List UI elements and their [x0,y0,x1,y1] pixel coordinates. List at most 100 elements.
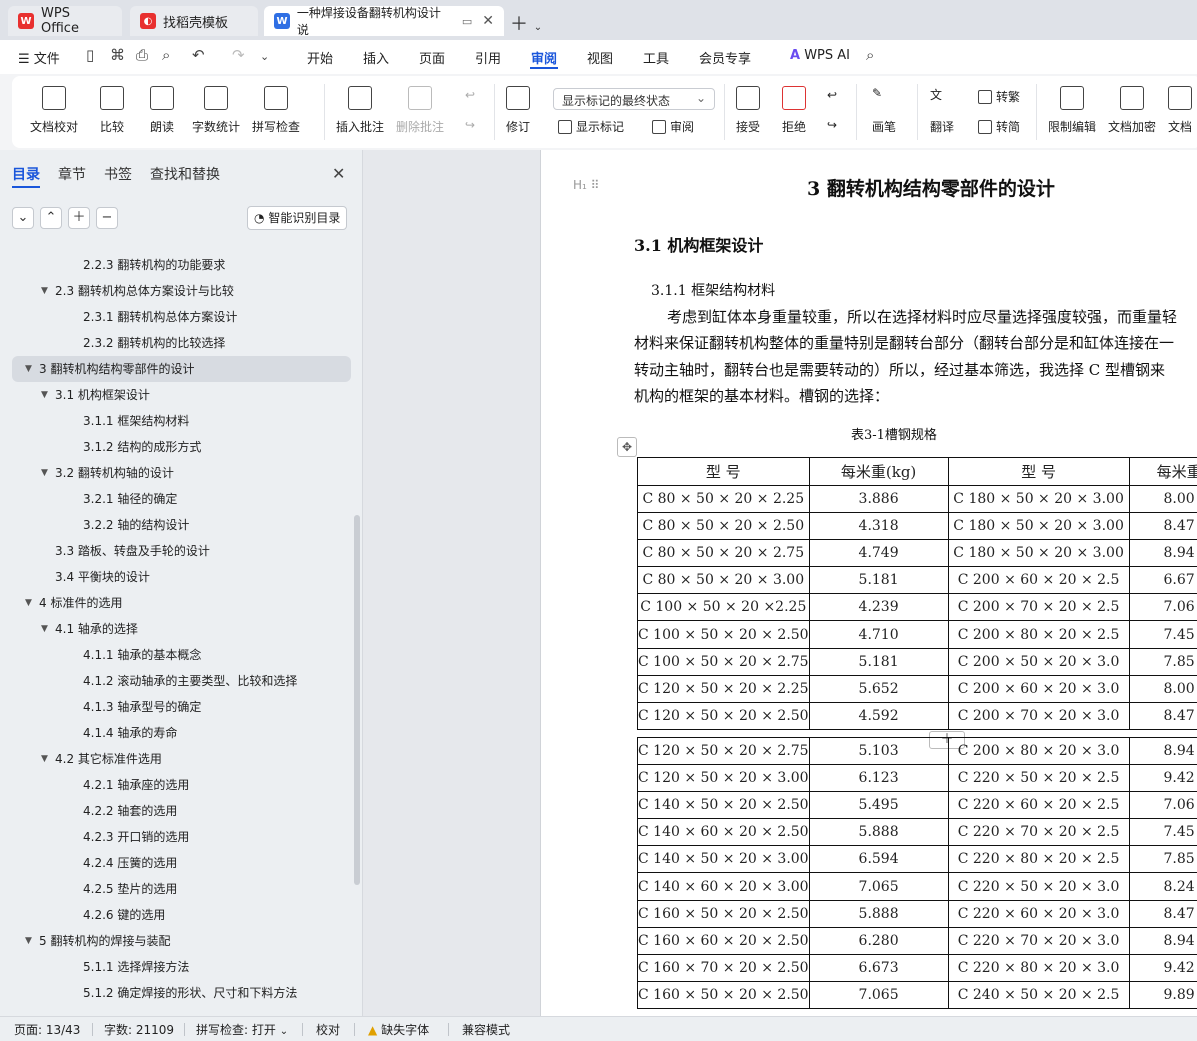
weight-cell[interactable]: 5.181 [808,647,949,676]
toc-item[interactable]: 2.2.3 翻转机构的功能要求 [0,252,355,278]
prev-comment-icon[interactable]: ↩ [465,88,475,102]
section-title[interactable]: 3.1 机构框架设计 [634,232,763,256]
weight-cell[interactable]: 7.065 [808,872,949,901]
weight-cell[interactable]: 6.67 [1128,566,1197,595]
read-aloud-button[interactable]: 朗读 [150,86,174,135]
caret-down-icon[interactable]: ▼ [41,460,48,486]
weight-cell[interactable]: 9.89 [1128,980,1197,1009]
weight-cell[interactable]: 6.594 [808,845,949,874]
tab-chapters[interactable]: 章节 [58,164,86,184]
toc-item[interactable]: 4.2.2 轴套的选用 [0,798,355,824]
insert-comment-button[interactable]: 插入批注 [336,86,384,135]
weight-cell[interactable]: 3.886 [808,484,949,514]
tab-toc[interactable]: 目录 [12,164,40,184]
paragraph-line[interactable]: 材料来保证翻转机构整体的重量特别是翻转台部分（翻转台部分是和缸体连接在一 [634,332,1174,353]
to-simplified-button[interactable]: 转简 [978,118,1020,135]
paragraph-line[interactable]: 机构的框架的基本材料。槽钢的选择： [634,385,889,406]
weight-cell[interactable]: 5.652 [808,674,949,703]
tab-document[interactable]: W 一种焊接设备翻转机构设计 说 ▭ ✕ [264,6,504,37]
redo-icon[interactable]: ↷ [232,46,245,64]
print-preview-icon[interactable]: ⌕ [162,46,170,64]
header-model[interactable]: 型 号 [947,457,1130,486]
weight-cell[interactable]: 8.24 [1128,872,1197,901]
model-cell[interactable]: C 100 × 50 × 20 × 2.50 [637,620,810,649]
nav-scrollbar[interactable] [354,515,360,885]
weight-cell[interactable]: 8.47 [1128,899,1197,928]
header-weight[interactable]: 每米重(kg) [808,457,949,486]
markup-state-select[interactable]: 显示标记的最终状态 ⌄ [553,88,715,110]
model-cell[interactable]: C 160 × 70 × 20 × 2.50 [637,953,810,982]
toc-item[interactable]: 2.3.1 翻转机构总体方案设计 [0,304,355,330]
weight-cell[interactable]: 4.710 [808,620,949,649]
wps-ai-button[interactable]: A WPS AI [790,48,850,63]
weight-cell[interactable]: 9.42 [1128,953,1197,982]
to-traditional-button[interactable]: 转繁 [978,88,1020,105]
toc-item[interactable]: 3.2.1 轴径的确定 [0,486,355,512]
model-cell[interactable]: C 220 × 70 × 20 × 2.5 [947,818,1130,847]
model-cell[interactable]: C 200 × 60 × 20 × 3.0 [947,674,1130,703]
spell-check-button[interactable]: 拼写检查 [252,86,300,135]
weight-cell[interactable]: 7.45 [1128,818,1197,847]
model-cell[interactable]: C 120 × 50 × 20 × 2.50 [637,701,810,730]
menu-page[interactable]: 页面 [419,48,445,67]
prev-change-icon[interactable]: ↩ [827,88,837,102]
weight-cell[interactable]: 4.592 [808,701,949,730]
spell-check-status[interactable]: 拼写检查: 打开 ⌄ [196,1021,288,1038]
toc-item[interactable]: 4.1.4 轴承的寿命 [0,720,355,746]
revise-button[interactable]: 修订 [506,86,530,135]
restrict-edit-button[interactable]: 限制编辑 [1048,86,1096,135]
weight-cell[interactable]: 5.888 [808,818,949,847]
compare-button[interactable]: 比较 [100,86,124,135]
table-move-handle[interactable]: ✥ [617,437,637,457]
model-cell[interactable]: C 80 × 50 × 20 × 2.25 [637,484,810,514]
toc-item[interactable]: ▼ 4 标准件的选用 [0,590,355,616]
toc-item[interactable]: 4.2.6 键的选用 [0,902,355,928]
paragraph-line[interactable]: 转动主轴时，翻转台也是需要转动的）所以，经过基本筛选，我选择 C 型槽钢来 [634,359,1165,380]
doc-more-button[interactable]: 文档 [1168,86,1192,135]
model-cell[interactable]: C 80 × 50 × 20 × 2.75 [637,539,810,568]
weight-cell[interactable]: 5.181 [808,566,949,595]
next-change-icon[interactable]: ↪ [827,118,837,132]
search-icon[interactable]: ⌕ [866,46,874,64]
weight-cell[interactable]: 7.85 [1128,845,1197,874]
toc-item[interactable]: ▼ 4.1 轴承的选择 [0,616,355,642]
toc-item[interactable]: 5.1.2 确定焊接的形状、尺寸和下料方法 [0,980,355,1006]
toc-item[interactable]: 4.1.3 轴承型号的确定 [0,694,355,720]
model-cell[interactable]: C 140 × 60 × 20 × 2.50 [637,818,810,847]
weight-cell[interactable]: 9.42 [1128,764,1197,793]
delete-comment-button[interactable]: 删除批注 [396,86,444,135]
model-cell[interactable]: C 100 × 50 × 20 × 2.75 [637,647,810,676]
weight-cell[interactable]: 8.94 [1128,539,1197,568]
weight-cell[interactable]: 7.06 [1128,593,1197,622]
review-pane-button[interactable]: 审阅 [652,118,694,135]
subsection-title[interactable]: 3.1.1 框架结构材料 [651,280,775,300]
encrypt-button[interactable]: 文档加密 [1108,86,1156,135]
weight-cell[interactable]: 8.47 [1128,701,1197,730]
model-cell[interactable]: C 120 × 50 × 20 × 2.75 [637,736,810,766]
word-count-button[interactable]: 字数统计 [192,86,240,135]
remove-heading-button[interactable]: − [96,207,118,229]
model-cell[interactable]: C 220 × 80 × 20 × 2.5 [947,845,1130,874]
chevron-down-icon[interactable]: ⌄ [260,50,269,63]
weight-cell[interactable]: 5.495 [808,791,949,820]
tab-wps-office[interactable]: W WPS Office [8,6,122,36]
model-cell[interactable]: C 180 × 50 × 20 × 3.00 [947,539,1130,568]
weight-cell[interactable]: 8.94 [1128,926,1197,955]
new-tab-button[interactable]: ＋ ⌄ [510,10,542,36]
weight-cell[interactable]: 5.103 [808,736,949,766]
weight-cell[interactable]: 4.749 [808,539,949,568]
model-cell[interactable]: C 140 × 60 × 20 × 3.00 [637,872,810,901]
caret-down-icon[interactable]: ▼ [25,356,32,382]
model-cell[interactable]: C 160 × 50 × 20 × 2.50 [637,980,810,1009]
toc-item[interactable]: 3.1.2 结构的成形方式 [0,434,355,460]
model-cell[interactable]: C 200 × 50 × 20 × 3.0 [947,647,1130,676]
menu-view[interactable]: 视图 [587,48,613,67]
paragraph-line[interactable]: 考虑到缸体本身重量较重，所以在选择材料时应尽量选择强度较强，而重量轻 [667,306,1177,327]
weight-cell[interactable]: 7.85 [1128,647,1197,676]
weight-cell[interactable]: 6.673 [808,953,949,982]
smart-toc-button[interactable]: ◔ 智能识别目录 [247,206,348,230]
toc-item[interactable]: 2.3.2 翻转机构的比较选择 [0,330,355,356]
accept-button[interactable]: 接受 [736,86,760,135]
model-cell[interactable]: C 220 × 60 × 20 × 2.5 [947,791,1130,820]
brush-button[interactable]: ✎ 画笔 [872,86,896,135]
